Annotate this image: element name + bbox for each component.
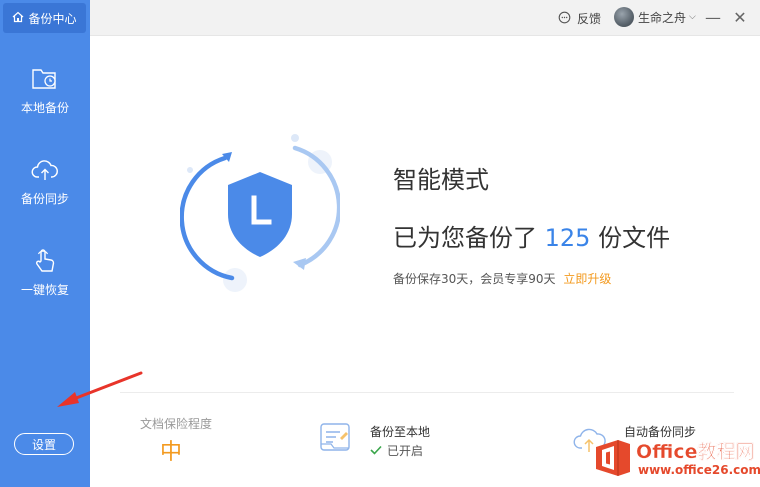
watermark-url: www.office26.com	[638, 463, 760, 477]
cloud-upload-icon	[31, 156, 59, 184]
watermark-name: Office教程网	[636, 441, 755, 463]
sidebar: 备份中心 本地备份 备份同步 一键恢复 设置	[0, 0, 90, 487]
local-backup-status: 已开启	[370, 442, 423, 459]
divider	[120, 392, 734, 393]
hand-touch-icon	[31, 247, 59, 275]
watermark: Office教程网 www.office26.com	[592, 433, 760, 483]
folder-clock-icon	[31, 65, 59, 93]
sidebar-item-label: 本地备份	[20, 101, 69, 115]
settings-button[interactable]: 设置	[14, 433, 74, 455]
avatar	[614, 7, 634, 27]
feedback-button[interactable]: 反馈	[558, 10, 601, 27]
check-icon	[370, 444, 382, 458]
brand-label: 备份中心	[28, 11, 77, 26]
feedback-label: 反馈	[577, 12, 602, 26]
sidebar-item-backup-sync[interactable]: 备份同步	[0, 156, 90, 226]
local-backup-title: 备份至本地	[370, 425, 431, 439]
sidebar-item-label: 备份同步	[20, 192, 69, 206]
document-local-icon	[318, 420, 354, 456]
sidebar-item-label: 一键恢复	[20, 283, 69, 297]
sidebar-item-one-click-restore[interactable]: 一键恢复	[0, 247, 90, 317]
chevron-down-icon: ⌵	[689, 12, 696, 22]
mode-title: 智能模式	[393, 166, 489, 194]
title-bar: 反馈 生命之舟 ⌵ — ✕	[90, 0, 760, 36]
sidebar-item-local-backup[interactable]: 本地备份	[0, 65, 90, 135]
office-logo-icon	[592, 437, 634, 479]
user-name: 生命之舟	[638, 10, 687, 25]
shield-icon	[179, 130, 342, 295]
brand-button[interactable]: 备份中心	[3, 3, 86, 33]
upgrade-link[interactable]: 立即升级	[563, 272, 611, 286]
backup-count-line: 已为您备份了 125 份文件	[393, 218, 670, 253]
close-button[interactable]: ✕	[731, 8, 749, 27]
local-backup-status-text: 已开启	[387, 444, 424, 458]
retention-text: 备份保存30天，会员专享90天	[393, 272, 556, 286]
backup-count: 125	[544, 224, 591, 252]
protection-level-label: 文档保险程度	[140, 417, 213, 431]
protection-level-value: 中	[160, 440, 183, 465]
user-menu[interactable]: 生命之舟 ⌵	[614, 7, 696, 27]
chat-bubble-icon	[558, 11, 577, 27]
minimize-button[interactable]: —	[704, 8, 722, 27]
backup-suffix: 份文件	[598, 224, 671, 252]
home-icon	[12, 11, 28, 26]
backup-prefix: 已为您备份了	[393, 224, 537, 252]
retention-info: 备份保存30天，会员专享90天 立即升级	[393, 270, 611, 287]
annotation-arrow	[55, 370, 145, 410]
